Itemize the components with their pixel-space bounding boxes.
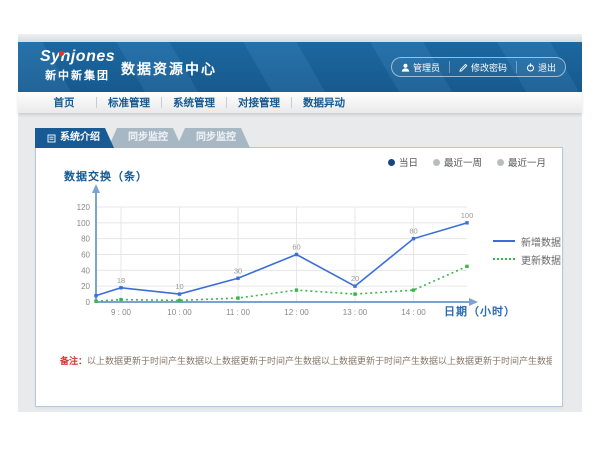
radio-icon bbox=[497, 159, 504, 166]
svg-text:20: 20 bbox=[81, 282, 90, 291]
range-option-label: 最近一周 bbox=[444, 155, 482, 169]
svg-text:10: 10 bbox=[175, 282, 183, 291]
svg-text:80: 80 bbox=[81, 235, 90, 244]
logout-button[interactable]: 退出 bbox=[516, 61, 565, 73]
svg-text:100: 100 bbox=[77, 219, 91, 228]
svg-text:10 : 00: 10 : 00 bbox=[167, 308, 192, 317]
tab-sync-monitor-2[interactable]: 同步监控 bbox=[176, 128, 250, 148]
svg-text:40: 40 bbox=[81, 266, 90, 275]
y-axis-title: 数据交换（条） bbox=[64, 168, 148, 184]
tab-label: 同步监控 bbox=[128, 128, 168, 148]
radio-icon bbox=[388, 159, 395, 166]
brand-logo[interactable]: Synjones 新中新集团 bbox=[40, 48, 115, 83]
x-axis-title: 日期（小时） bbox=[444, 303, 516, 319]
range-option[interactable]: 最近一周 bbox=[433, 155, 482, 169]
svg-text:11 : 00: 11 : 00 bbox=[226, 308, 250, 317]
page-top-strip bbox=[18, 34, 582, 42]
legend-item-new-data[interactable]: 新增数据 bbox=[493, 232, 561, 250]
tab-label: 系统介绍 bbox=[60, 128, 100, 148]
user-menu: 管理员 修改密码 退出 bbox=[391, 57, 566, 77]
range-option[interactable]: 最近一月 bbox=[497, 155, 546, 169]
svg-text:14 : 00: 14 : 00 bbox=[401, 308, 426, 317]
nav-item-system-mgmt[interactable]: 系统管理 bbox=[162, 95, 226, 110]
logo-accent-dot bbox=[59, 51, 64, 56]
legend-label: 更新数据 bbox=[521, 252, 561, 267]
svg-text:9 : 00: 9 : 00 bbox=[111, 308, 132, 317]
nav-item-home[interactable]: 首页 bbox=[32, 95, 96, 110]
svg-text:12 : 00: 12 : 00 bbox=[284, 308, 309, 317]
header: Synjones 新中新集团 数据资源中心 管理员 修改密码 bbox=[18, 42, 582, 92]
page-title: 数据资源中心 bbox=[121, 59, 217, 79]
svg-text:13 : 00: 13 : 00 bbox=[343, 308, 368, 317]
solid-line-icon bbox=[493, 240, 515, 242]
tab-bar: 系统介绍 同步监控 同步监控 bbox=[35, 128, 250, 148]
chart-panel: 当日 最近一周 最近一月 数据交换（条） 0 20 40 60 80 100 120 9 : … bbox=[35, 147, 563, 407]
svg-text:60: 60 bbox=[292, 243, 300, 252]
tab-sync-monitor-1[interactable]: 同步监控 bbox=[108, 128, 182, 148]
user-icon bbox=[401, 63, 410, 72]
svg-text:120: 120 bbox=[77, 203, 91, 212]
brand-logo-text: Synjones bbox=[40, 48, 115, 66]
footnote-text: 以上数据更新于时间产生数据以上数据更新于时间产生数据以上数据更新于时间产生数据以… bbox=[87, 356, 552, 366]
svg-text:100: 100 bbox=[461, 211, 474, 220]
tab-system-intro[interactable]: 系统介绍 bbox=[35, 128, 114, 148]
radio-icon bbox=[433, 159, 440, 166]
current-user-button[interactable]: 管理员 bbox=[392, 61, 449, 73]
current-user-label: 管理员 bbox=[413, 61, 440, 74]
legend-item-updated-data[interactable]: 更新数据 bbox=[493, 250, 561, 268]
logout-label: 退出 bbox=[538, 61, 556, 74]
range-option-label: 最近一月 bbox=[508, 155, 546, 169]
edit-icon bbox=[459, 63, 468, 72]
power-icon bbox=[526, 63, 535, 72]
svg-text:20: 20 bbox=[351, 274, 359, 283]
brand-logo-cn: 新中新集团 bbox=[40, 67, 115, 83]
svg-text:0: 0 bbox=[86, 298, 91, 307]
nav-item-data-change[interactable]: 数据异动 bbox=[292, 95, 356, 110]
dotted-line-icon bbox=[493, 258, 515, 260]
legend-label: 新增数据 bbox=[521, 234, 561, 249]
range-option-label: 当日 bbox=[399, 155, 418, 169]
document-icon bbox=[47, 134, 56, 143]
line-chart: 0 20 40 60 80 100 120 9 : 00 10 : 00 11 : 00 12 : … bbox=[50, 184, 486, 326]
change-password-label: 修改密码 bbox=[471, 61, 507, 74]
svg-text:60: 60 bbox=[81, 251, 90, 260]
nav-item-standard-mgmt[interactable]: 标准管理 bbox=[97, 95, 161, 110]
chart-legend: 新增数据 更新数据 bbox=[493, 232, 561, 268]
change-password-button[interactable]: 修改密码 bbox=[449, 61, 516, 73]
site-page: Synjones 新中新集团 数据资源中心 管理员 修改密码 bbox=[18, 34, 582, 412]
main-nav: 首页 标准管理 系统管理 对接管理 数据异动 bbox=[18, 92, 582, 113]
svg-text:18: 18 bbox=[117, 276, 125, 285]
range-selector: 当日 最近一周 最近一月 bbox=[388, 155, 546, 169]
svg-text:80: 80 bbox=[409, 227, 417, 236]
nav-item-interface-mgmt[interactable]: 对接管理 bbox=[227, 95, 291, 110]
svg-text:30: 30 bbox=[234, 266, 242, 275]
range-option[interactable]: 当日 bbox=[388, 155, 418, 169]
footnote-label: 备注： bbox=[60, 356, 87, 366]
footnote: 备注：以上数据更新于时间产生数据以上数据更新于时间产生数据以上数据更新于时间产生… bbox=[60, 354, 552, 367]
tab-label: 同步监控 bbox=[196, 128, 236, 148]
